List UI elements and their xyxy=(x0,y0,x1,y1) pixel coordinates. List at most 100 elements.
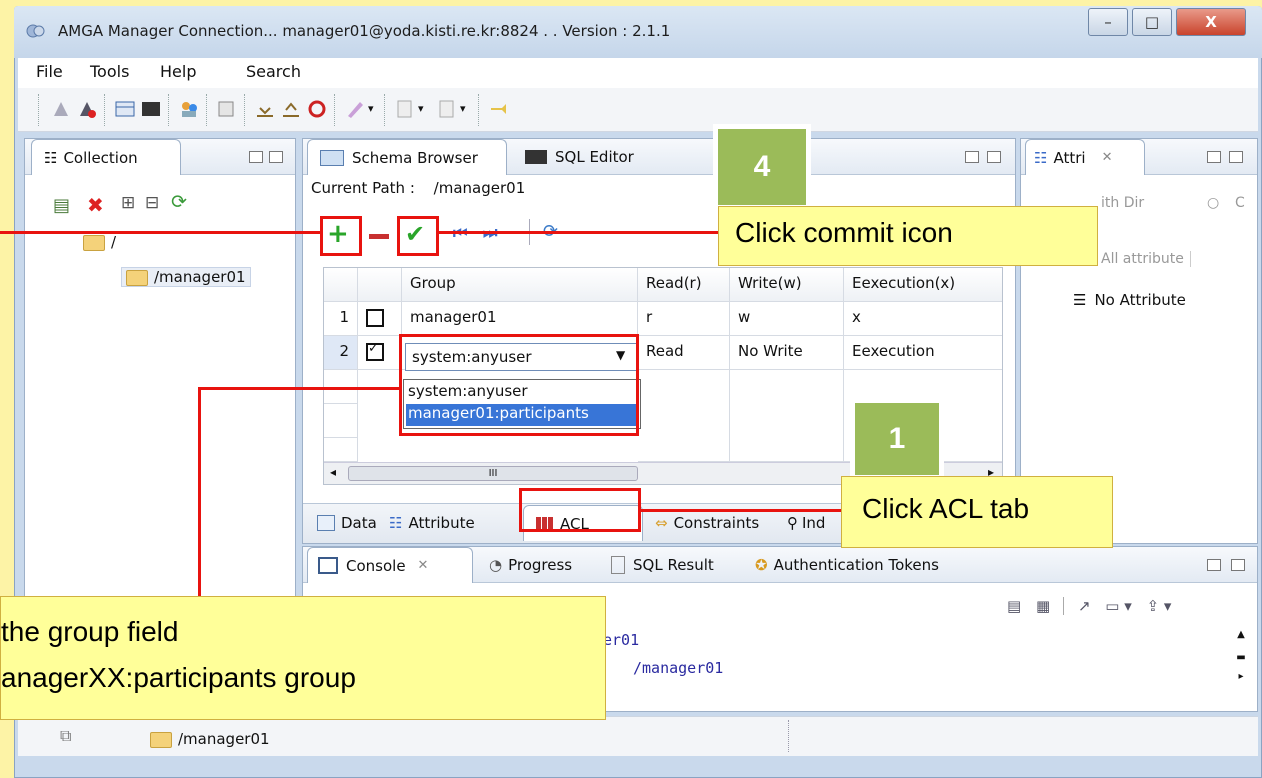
tree-root[interactable]: / xyxy=(83,233,116,251)
chevron-down-icon[interactable]: ▾ xyxy=(418,102,424,115)
collection-icon: ☷ xyxy=(44,148,58,167)
menu-help[interactable]: Help xyxy=(160,62,196,81)
menu-bar xyxy=(18,58,1258,88)
acl-tab-callout: Click ACL tab xyxy=(841,476,1113,548)
close-icon[interactable]: ✕ xyxy=(418,558,429,573)
prev-doc-icon[interactable] xyxy=(436,98,458,120)
clear-console-icon[interactable]: ▤ xyxy=(1007,597,1021,615)
console-line: /manager01 xyxy=(633,659,724,677)
toolbar-separator xyxy=(244,94,245,126)
close-button[interactable]: X xyxy=(1176,8,1246,36)
folder-icon xyxy=(83,234,105,251)
collapse-all-icon[interactable]: ⊟ xyxy=(145,193,159,213)
new-window-icon[interactable]: ⧉ xyxy=(60,726,71,746)
table-icon xyxy=(317,515,335,531)
all-attribute-button[interactable]: All attribute xyxy=(1101,251,1191,267)
tab-attri[interactable]: ☷ Attri ✕ xyxy=(1025,139,1145,175)
radio-icon[interactable]: ○ xyxy=(1207,195,1219,211)
step-1-badge: 1 xyxy=(850,398,944,480)
tab-sql-editor[interactable]: SQL Editor xyxy=(525,139,665,175)
vertical-scrollbar[interactable]: ▲ ▬ ▸ xyxy=(1231,629,1251,693)
panel-maximize-button[interactable] xyxy=(1229,151,1243,163)
row-checkbox[interactable] xyxy=(366,341,384,361)
folder-icon xyxy=(150,731,172,748)
with-dir-option[interactable]: ith Dir xyxy=(1101,195,1144,211)
toolbar-separator xyxy=(206,94,207,126)
toolbar-separator xyxy=(478,94,479,126)
commit-button-highlight xyxy=(397,216,439,256)
panel-minimize-button[interactable] xyxy=(1207,151,1221,163)
chevron-down-icon[interactable]: ▾ xyxy=(460,102,466,115)
import-icon[interactable] xyxy=(254,98,276,120)
tab-attribute[interactable]: ☷ Attribute xyxy=(389,505,519,541)
open-console-icon[interactable]: ⇪ ▾ xyxy=(1147,597,1172,615)
grid-view-icon[interactable] xyxy=(114,98,136,120)
delete-icon[interactable]: ✖ xyxy=(87,193,104,217)
toolbar-grip xyxy=(38,94,39,126)
tab-schema-browser[interactable]: Schema Browser xyxy=(307,139,507,175)
menu-tools[interactable]: Tools xyxy=(90,62,129,81)
minimize-button[interactable]: – xyxy=(1088,8,1128,36)
callout-leader-line xyxy=(198,387,399,390)
tab-console[interactable]: Console ✕ xyxy=(307,547,473,583)
close-icon[interactable]: ✕ xyxy=(1102,150,1113,165)
toolbar-separator xyxy=(104,94,105,126)
edit-pen-icon[interactable] xyxy=(344,98,366,120)
pin-console-icon[interactable]: ↗ xyxy=(1078,597,1091,615)
maximize-button[interactable]: □ xyxy=(1132,8,1172,36)
terminal-icon[interactable] xyxy=(140,98,162,120)
export-icon[interactable] xyxy=(280,98,302,120)
column-header-read[interactable]: Read(r) xyxy=(638,268,730,302)
panel-minimize-button[interactable] xyxy=(1207,559,1221,571)
no-attribute-item: ☰ No Attribute xyxy=(1073,291,1186,309)
add-collection-icon[interactable]: ▤ xyxy=(53,195,70,216)
chevron-down-icon[interactable]: ▾ xyxy=(368,102,374,115)
tab-sql-result[interactable]: SQL Result xyxy=(611,547,751,583)
attribute-icon: ☷ xyxy=(389,514,403,532)
tree-item-manager01[interactable]: /manager01 xyxy=(121,267,251,287)
tab-progress[interactable]: ◔ Progress xyxy=(489,547,601,583)
disconnect-icon[interactable] xyxy=(50,98,72,120)
remove-row-icon[interactable] xyxy=(369,234,389,239)
window-title: AMGA Manager Connection... manager01@yod… xyxy=(58,22,671,40)
refresh-icon[interactable]: ⟳ xyxy=(171,191,187,213)
console-line: er01 xyxy=(603,631,640,649)
callout-leader-line xyxy=(641,509,841,512)
column-header-execution[interactable]: Eexecution(x) xyxy=(844,268,1002,302)
search-icon: ⚲ xyxy=(787,514,798,532)
alert-icon[interactable] xyxy=(306,98,328,120)
scroll-left-icon[interactable]: ◂ xyxy=(330,465,336,479)
tab-authentication-tokens[interactable]: ✪ Authentication Tokens xyxy=(755,547,991,583)
panel-minimize-button[interactable] xyxy=(249,151,263,163)
database-icon[interactable] xyxy=(216,98,238,120)
column-header-group[interactable]: Group xyxy=(402,268,638,302)
callout-leader-line xyxy=(198,387,201,597)
menu-file[interactable]: File xyxy=(36,62,63,81)
tokens-icon: ✪ xyxy=(755,556,768,574)
console-toolbar: ▤ ▦ ↗ ▭ ▾ ⇪ ▾ xyxy=(1007,597,1171,615)
pin-icon[interactable] xyxy=(488,98,510,120)
expand-all-icon[interactable]: ⊞ xyxy=(121,193,135,213)
main-toolbar xyxy=(18,88,1258,132)
next-doc-icon[interactable] xyxy=(394,98,416,120)
callout-leader-line xyxy=(439,231,729,234)
constraints-icon: ⇔ xyxy=(655,514,668,532)
step-4-badge: 4 xyxy=(713,124,811,210)
row-checkbox[interactable] xyxy=(366,308,384,327)
sql-icon xyxy=(525,150,547,164)
toolbar-separator xyxy=(384,94,385,126)
panel-minimize-button[interactable] xyxy=(965,151,979,163)
tab-data[interactable]: Data xyxy=(317,505,397,541)
connect-icon[interactable] xyxy=(76,98,98,120)
scroll-thumb[interactable]: III xyxy=(348,466,638,481)
list-icon: ☰ xyxy=(1073,291,1087,309)
tab-collection[interactable]: ☷ Collection xyxy=(31,139,181,175)
panel-maximize-button[interactable] xyxy=(987,151,1001,163)
menu-search[interactable]: Search xyxy=(246,62,301,81)
users-icon[interactable] xyxy=(178,98,200,120)
panel-maximize-button[interactable] xyxy=(269,151,283,163)
display-console-icon[interactable]: ▭ ▾ xyxy=(1105,597,1131,615)
scroll-lock-icon[interactable]: ▦ xyxy=(1036,597,1050,615)
column-header-write[interactable]: Write(w) xyxy=(730,268,844,302)
panel-maximize-button[interactable] xyxy=(1231,559,1245,571)
